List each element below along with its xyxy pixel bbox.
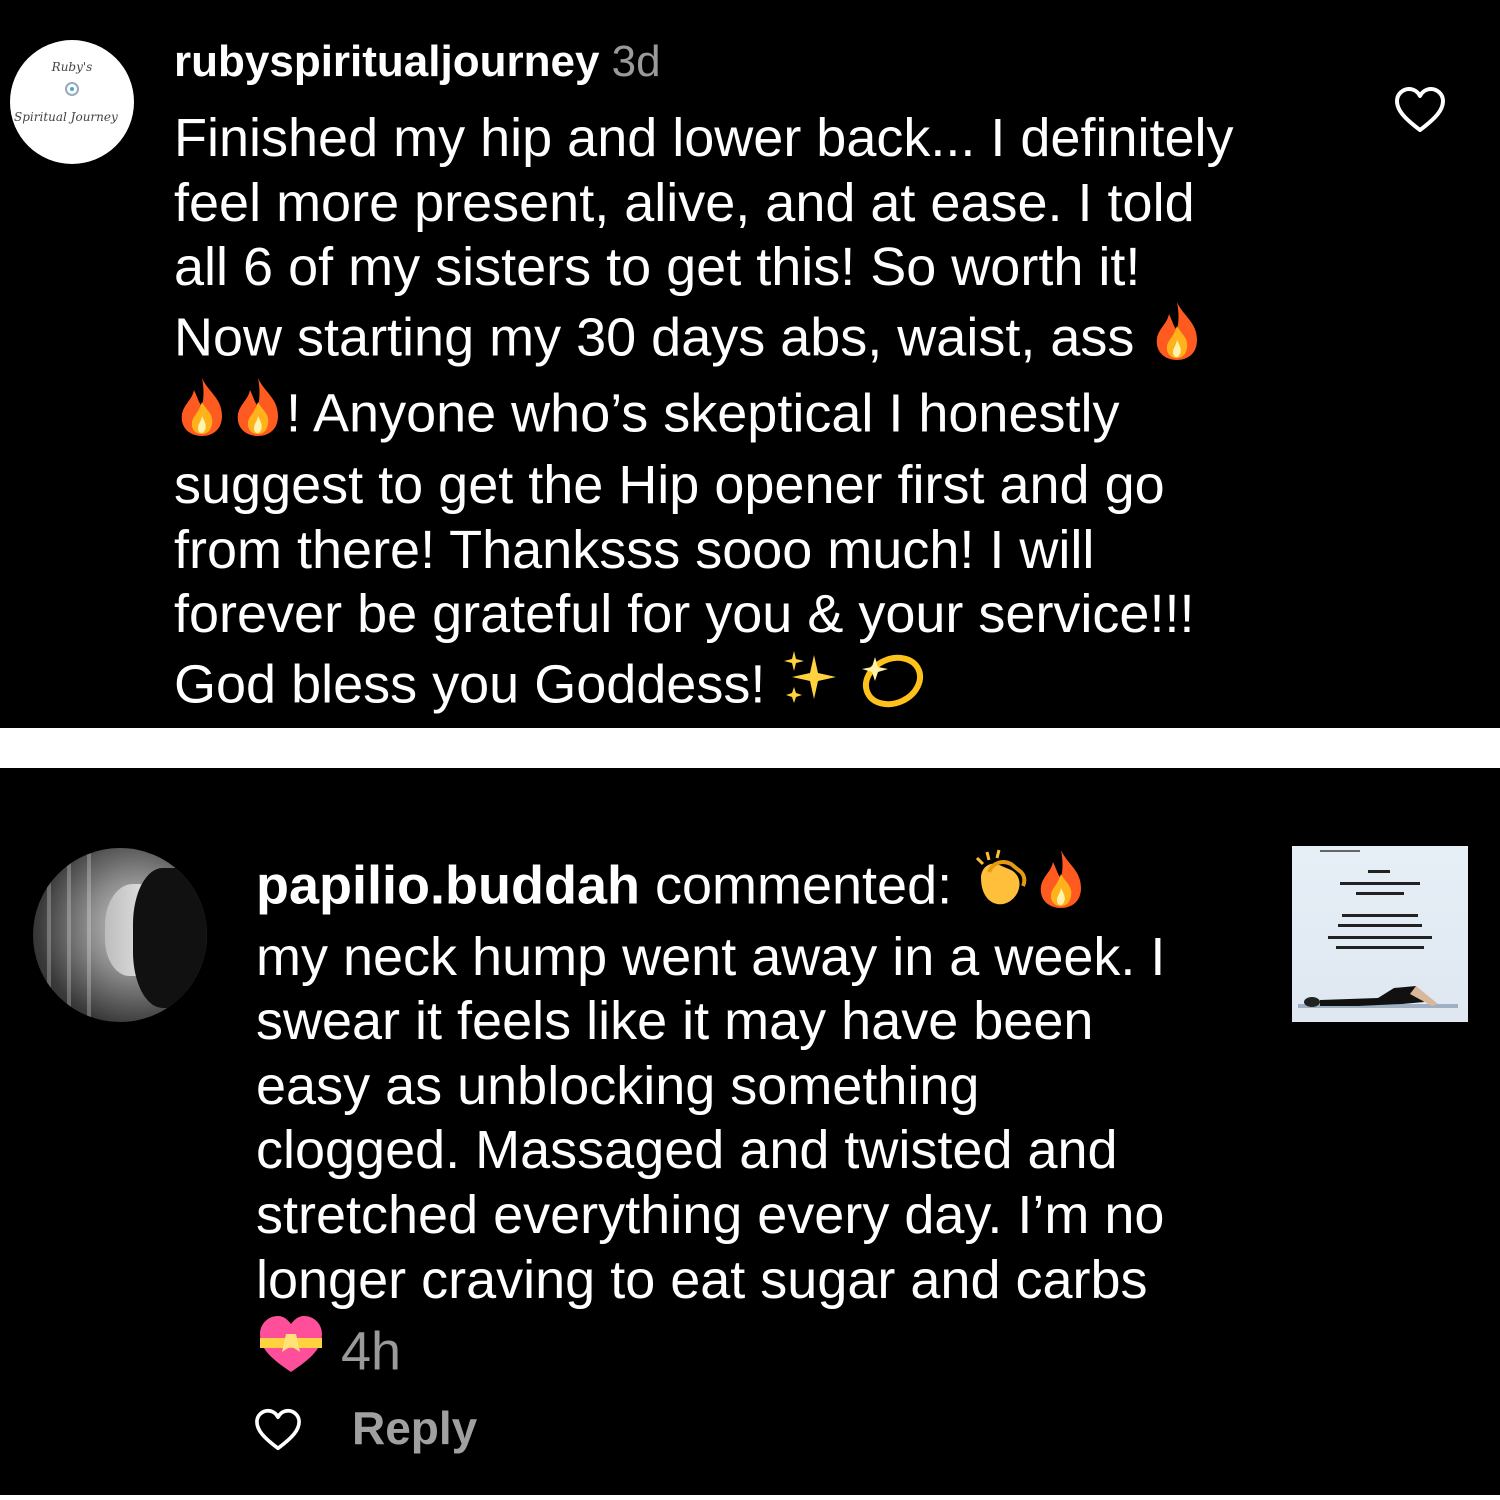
- sparkles-emoji-icon: [780, 647, 842, 724]
- comment-text-part-b: ! Anyone who’s skeptical I honestly sugg…: [174, 383, 1195, 715]
- reply-button[interactable]: Reply: [352, 1400, 477, 1456]
- dizzy-emoji-icon: [857, 647, 927, 724]
- avatar-logo-text: Ruby's: [51, 60, 93, 74]
- post-thumbnail[interactable]: [1292, 846, 1468, 1022]
- username[interactable]: rubyspiritualjourney: [174, 37, 599, 86]
- comment-text: Finished my hip and lower back... I defi…: [174, 106, 1354, 723]
- fire-emoji-icon: [174, 376, 230, 453]
- clapping-hands-emoji-icon: [967, 848, 1033, 925]
- timestamp: 3d: [611, 37, 661, 86]
- commented-label: commented:: [639, 855, 968, 916]
- comment-text-part-a: Finished my hip and lower back... I defi…: [174, 108, 1234, 368]
- fire-emoji-icon: [230, 376, 286, 453]
- fire-emoji-icon: [1033, 848, 1089, 925]
- comment-header: rubyspiritualjourney 3d: [174, 36, 661, 88]
- separator: [0, 728, 1500, 768]
- comment-panel-2: papilio.buddah commented: my neck hump w…: [0, 768, 1500, 1495]
- avatar-logo-subtext: Spiritual Journey: [14, 110, 118, 124]
- heart-outline-icon[interactable]: [254, 1408, 302, 1452]
- timestamp: 4h: [341, 1321, 402, 1382]
- yoga-figure-image: [1298, 986, 1458, 1008]
- comment-panel-1: Ruby's Spiritual Journey rubyspiritualjo…: [0, 0, 1500, 728]
- eye-logo-icon: [65, 82, 79, 96]
- avatar[interactable]: [33, 848, 207, 1022]
- heart-outline-icon[interactable]: [1394, 86, 1446, 134]
- username[interactable]: papilio.buddah: [256, 856, 640, 916]
- comment-text: papilio.buddah commented: my neck hump w…: [256, 848, 1266, 1391]
- comment-body: my neck hump went away in a week. I swea…: [256, 926, 1166, 1310]
- fire-emoji-icon: [1149, 300, 1205, 377]
- heart-with-ribbon-emoji-icon: [256, 1312, 326, 1391]
- avatar[interactable]: Ruby's Spiritual Journey: [10, 40, 134, 164]
